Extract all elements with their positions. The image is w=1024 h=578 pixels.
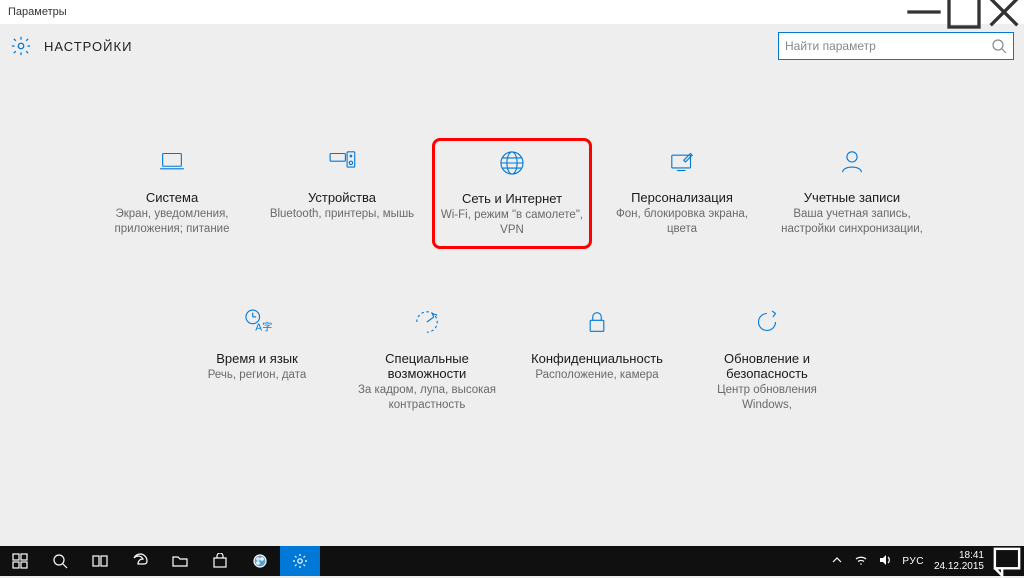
taskbar-app-settings[interactable] [280, 546, 320, 576]
tray-chevron-up-icon[interactable] [830, 553, 844, 570]
tile-subtitle: Центр обновления Windows, [689, 383, 845, 413]
taskbar-app-paint[interactable] [240, 546, 280, 576]
tile-subtitle: Речь, регион, дата [179, 368, 335, 383]
tile-system[interactable]: Система Экран, уведомления, приложения; … [92, 138, 252, 249]
search-icon [52, 553, 68, 569]
clock-date: 24.12.2015 [934, 561, 984, 572]
taskbar-app-store[interactable] [200, 546, 240, 576]
edge-icon [132, 553, 148, 569]
search-input[interactable] [785, 39, 991, 53]
tile-subtitle: Экран, уведомления, приложения; питание [94, 207, 250, 237]
system-tray: РУС [824, 546, 930, 576]
gear-icon [10, 35, 32, 57]
tile-title: Устройства [264, 190, 420, 205]
search-icon [991, 38, 1007, 54]
tile-accounts[interactable]: Учетные записи Ваша учетная запись, наст… [772, 138, 932, 249]
palette-icon [252, 553, 268, 569]
task-view-icon [92, 553, 108, 569]
language-indicator[interactable]: РУС [902, 556, 924, 567]
tile-title: Конфиденциальность [519, 351, 675, 366]
tile-title: Сеть и Интернет [435, 191, 589, 206]
tile-title: Обновление и безопасность [689, 351, 845, 381]
tile-title: Персонализация [604, 190, 760, 205]
notification-icon [990, 544, 1024, 578]
lock-icon [580, 305, 614, 344]
taskbar-search-button[interactable] [40, 546, 80, 576]
tile-title: Специальные возможности [349, 351, 505, 381]
volume-icon[interactable] [878, 553, 892, 570]
tile-subtitle: Bluetooth, принтеры, мышь [264, 207, 420, 222]
person-icon [835, 145, 869, 184]
tile-devices[interactable]: Устройства Bluetooth, принтеры, мышь [262, 138, 422, 249]
ease-of-access-icon [410, 305, 444, 344]
window-minimize-button[interactable] [904, 0, 944, 24]
tile-title: Система [94, 190, 250, 205]
window-title: Параметры [8, 6, 67, 18]
laptop-icon [155, 145, 189, 184]
tile-subtitle: Ваша учетная запись, настройки синхрониз… [774, 207, 930, 237]
taskbar: РУС 18:41 24.12.2015 [0, 546, 1024, 576]
time-language-icon: A字 [240, 305, 274, 344]
taskbar-app-explorer[interactable] [160, 546, 200, 576]
minimize-icon [904, 0, 944, 32]
devices-icon [325, 145, 359, 184]
search-box[interactable] [778, 32, 1014, 60]
clock-time: 18:41 [934, 550, 984, 561]
taskbar-clock[interactable]: 18:41 24.12.2015 [930, 546, 990, 576]
start-button[interactable] [0, 546, 40, 576]
svg-text:A字: A字 [255, 321, 272, 334]
maximize-icon [944, 0, 984, 32]
wifi-icon[interactable] [854, 553, 868, 570]
store-icon [212, 553, 228, 569]
windows-icon [12, 553, 28, 569]
globe-icon [495, 146, 529, 185]
close-icon [984, 0, 1024, 32]
settings-header: НАСТРОЙКИ [0, 24, 1024, 68]
taskbar-app-edge[interactable] [120, 546, 160, 576]
action-center-button[interactable] [990, 546, 1024, 576]
tile-subtitle: За кадром, лупа, высокая контрастность [349, 383, 505, 413]
window-titlebar: Параметры [0, 0, 1024, 24]
tile-title: Учетные записи [774, 190, 930, 205]
tile-privacy[interactable]: Конфиденциальность Расположение, камера [517, 299, 677, 423]
settings-grid-container: Система Экран, уведомления, приложения; … [0, 68, 1024, 423]
tile-personalization[interactable]: Персонализация Фон, блокировка экрана, ц… [602, 138, 762, 249]
task-view-button[interactable] [80, 546, 120, 576]
tile-network[interactable]: Сеть и Интернет Wi-Fi, режим "в самолете… [432, 138, 592, 249]
gear-icon [292, 553, 308, 569]
update-icon [750, 305, 784, 344]
tile-ease-of-access[interactable]: Специальные возможности За кадром, лупа,… [347, 299, 507, 423]
tile-time-language[interactable]: A字 Время и язык Речь, регион, дата [177, 299, 337, 423]
tile-subtitle: Расположение, камера [519, 368, 675, 383]
window-maximize-button[interactable] [944, 0, 984, 24]
personalization-icon [665, 145, 699, 184]
settings-grid: Система Экран, уведомления, приложения; … [82, 138, 942, 423]
tile-update-security[interactable]: Обновление и безопасность Центр обновлен… [687, 299, 847, 423]
tile-subtitle: Фон, блокировка экрана, цвета [604, 207, 760, 237]
window-close-button[interactable] [984, 0, 1024, 24]
folder-icon [172, 553, 188, 569]
tile-subtitle: Wi-Fi, режим "в самолете", VPN [435, 208, 589, 238]
page-title: НАСТРОЙКИ [44, 39, 132, 54]
tile-title: Время и язык [179, 351, 335, 366]
